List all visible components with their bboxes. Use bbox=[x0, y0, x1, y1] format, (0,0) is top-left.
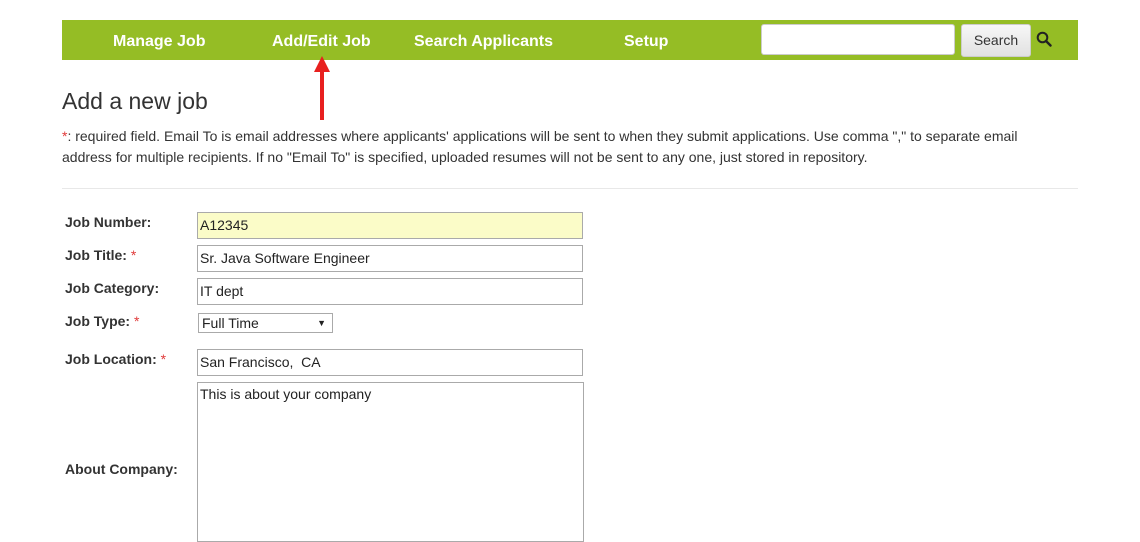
job-type-label-text: Job Type: bbox=[65, 313, 131, 329]
job-number-label-text: Job Number: bbox=[65, 214, 152, 230]
job-title-field[interactable]: Sr. Java Software Engineer bbox=[197, 245, 583, 272]
nav-manage-job[interactable]: Manage Job bbox=[113, 20, 205, 60]
about-company-label-text: About Company: bbox=[65, 461, 178, 477]
about-company-label: About Company: bbox=[65, 461, 178, 477]
intro-text: *: required field. Email To is email add… bbox=[62, 126, 1062, 168]
top-nav-bar: Manage Job Add/Edit Job Search Applicant… bbox=[62, 20, 1078, 60]
job-category-label-text: Job Category: bbox=[65, 280, 160, 296]
job-title-label: Job Title: * bbox=[65, 247, 136, 263]
job-title-required-marker: * bbox=[130, 247, 137, 263]
chevron-down-icon: ▼ bbox=[317, 318, 326, 328]
job-location-label: Job Location: * bbox=[65, 351, 166, 367]
nav-search-applicants[interactable]: Search Applicants bbox=[414, 20, 553, 60]
job-type-required-marker: * bbox=[133, 313, 140, 329]
job-location-label-text: Job Location: bbox=[65, 351, 157, 367]
about-company-textarea[interactable]: This is about your company bbox=[197, 382, 584, 542]
job-category-field[interactable]: IT dept bbox=[197, 278, 583, 305]
page-title: Add a new job bbox=[62, 88, 208, 114]
job-number-field[interactable]: A12345 bbox=[197, 212, 583, 239]
job-type-selected-value: Full Time bbox=[202, 315, 259, 331]
search-input[interactable] bbox=[761, 24, 955, 55]
job-type-label: Job Type: * bbox=[65, 313, 139, 329]
job-category-label: Job Category: bbox=[65, 280, 159, 296]
intro-description: : required field. Email To is email addr… bbox=[62, 128, 1018, 165]
job-title-label-text: Job Title: bbox=[65, 247, 127, 263]
search-button[interactable]: Search bbox=[961, 24, 1031, 57]
job-type-select[interactable]: Full Time ▼ bbox=[198, 313, 333, 333]
job-number-label: Job Number: bbox=[65, 214, 151, 230]
nav-setup[interactable]: Setup bbox=[624, 20, 668, 60]
job-location-required-marker: * bbox=[160, 351, 167, 367]
section-divider bbox=[62, 188, 1078, 189]
search-icon[interactable] bbox=[1036, 31, 1052, 47]
annotation-arrow bbox=[314, 56, 330, 120]
job-location-field[interactable]: San Francisco, CA bbox=[197, 349, 583, 376]
nav-add-edit-job[interactable]: Add/Edit Job bbox=[272, 20, 371, 60]
